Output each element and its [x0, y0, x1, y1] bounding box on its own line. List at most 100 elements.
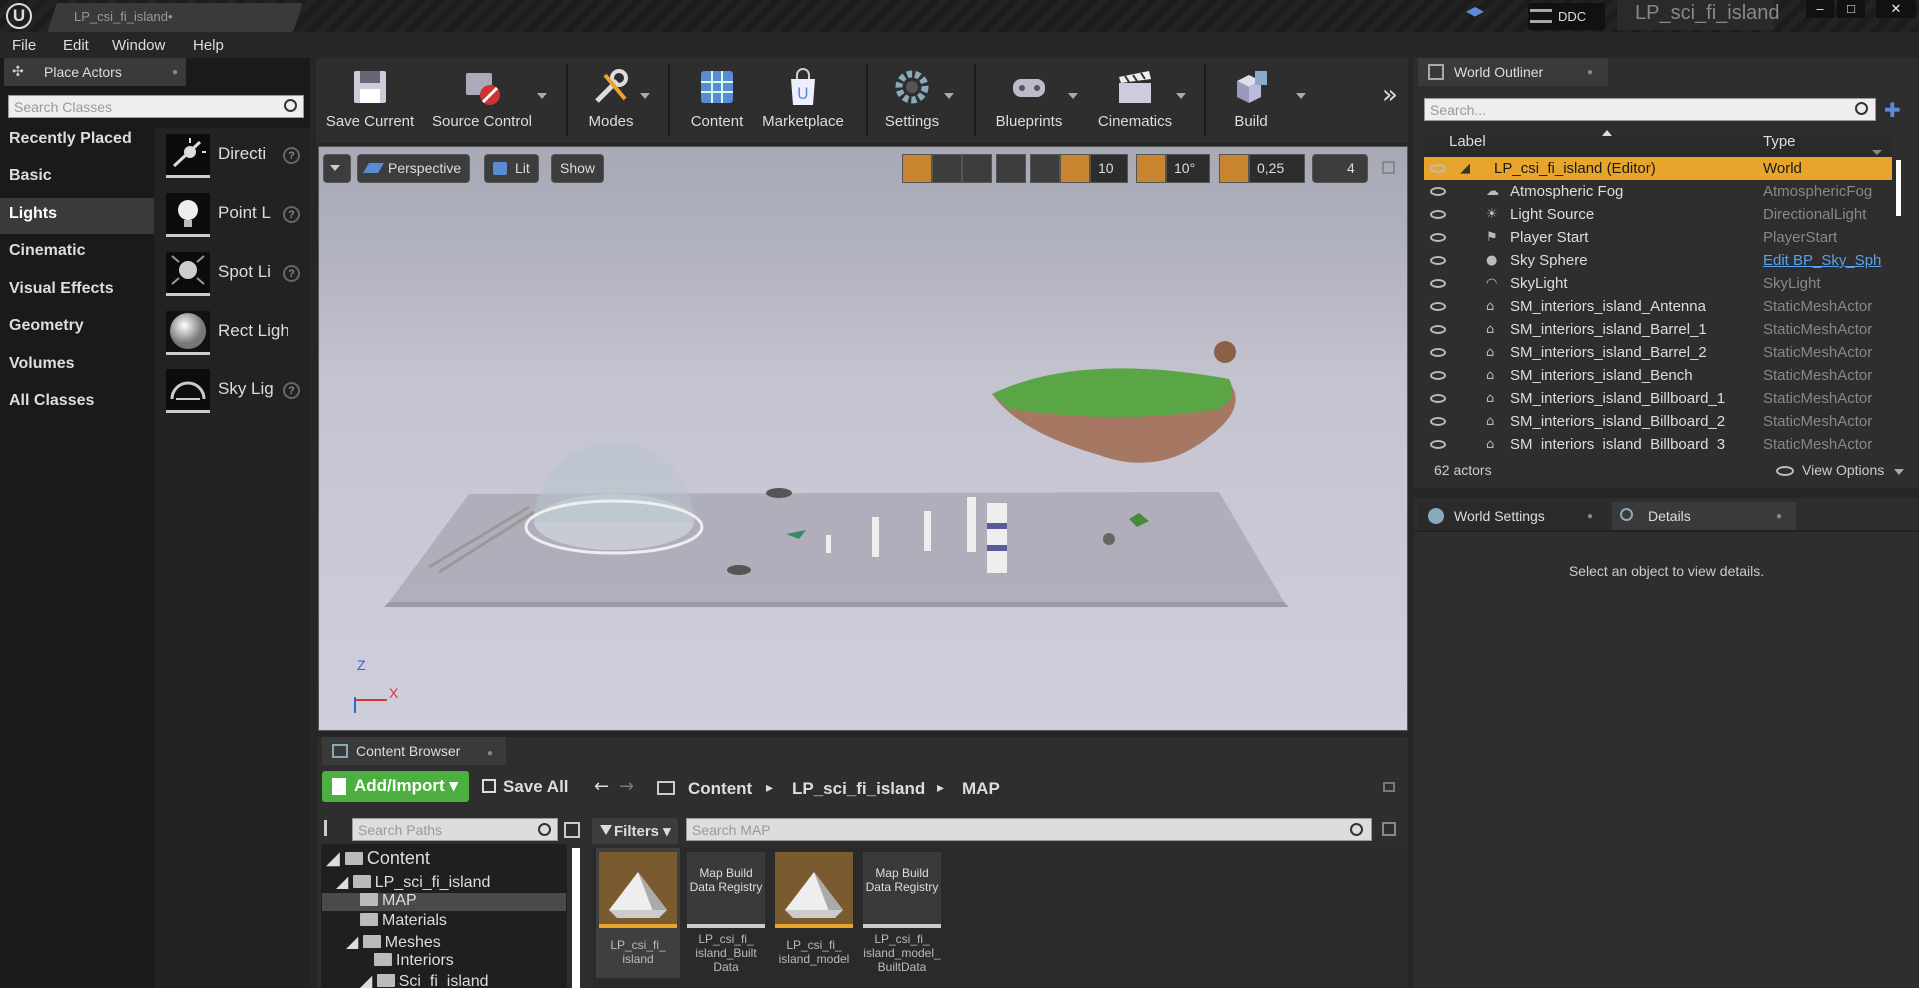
grid-snap-icon[interactable]	[1060, 154, 1090, 183]
actor-rect-light[interactable]: Rect Light	[162, 307, 308, 359]
breadcrumb-map[interactable]: MAP	[962, 779, 1000, 799]
outliner-row[interactable]: ⚑ Player Start PlayerStart	[1424, 226, 1892, 249]
chevron-down-icon[interactable]	[1176, 93, 1186, 99]
cinematics-button[interactable]: Cinematics	[1092, 64, 1178, 136]
maximize-viewport-icon[interactable]	[1382, 161, 1395, 174]
breadcrumb-project[interactable]: LP_sci_fi_island	[792, 779, 925, 799]
marketplace-button[interactable]: U Marketplace	[756, 64, 850, 136]
actor-sky-light[interactable]: Sky Lig ?	[162, 365, 308, 417]
category-visual-effects[interactable]: Visual Effects	[0, 273, 154, 309]
visibility-eye-icon[interactable]	[1430, 187, 1446, 196]
blueprints-button[interactable]: Blueprints	[986, 64, 1072, 136]
visibility-eye-icon[interactable]	[1430, 371, 1446, 380]
lock-icon[interactable]	[1383, 782, 1395, 792]
col-label-header[interactable]: Label	[1449, 133, 1486, 150]
visibility-eye-icon[interactable]	[1430, 348, 1446, 357]
outliner-row[interactable]: ⌂ SM_interiors_island_Billboard_2 StaticMe…	[1424, 410, 1892, 433]
close-icon[interactable]: ●	[1587, 511, 1593, 522]
tree-item-content[interactable]: ◢ Content	[326, 848, 430, 869]
category-volumes[interactable]: Volumes	[0, 348, 154, 384]
folder-tree-scrollbar[interactable]	[572, 848, 580, 988]
visibility-eye-icon[interactable]	[1430, 440, 1446, 449]
col-type-header[interactable]: Type	[1763, 133, 1796, 150]
menu-window[interactable]: Window	[112, 37, 165, 54]
tree-item-materials[interactable]: Materials	[360, 912, 447, 930]
outliner-row[interactable]: ⌂ SM_interiors_island_Billboard_3 StaticMe…	[1424, 433, 1892, 451]
tree-item-project[interactable]: ◢ LP_sci_fi_island	[336, 872, 490, 892]
translate-tool-icon[interactable]	[902, 154, 932, 183]
camera-speed-button[interactable]: 4	[1312, 154, 1368, 183]
outliner-row[interactable]: ◢ LP_csi_fi_island (Editor) World	[1424, 157, 1892, 180]
outliner-row[interactable]: ⌂ SM_interiors_island_Bench StaticMeshActo…	[1424, 364, 1892, 387]
close-icon[interactable]: ●	[1587, 67, 1593, 78]
content-button[interactable]: Content	[682, 64, 752, 136]
actor-directional-light[interactable]: Directi ?	[162, 130, 308, 182]
chevron-down-icon[interactable]	[1296, 93, 1306, 99]
outliner-row[interactable]: ⌂ SM_interiors_island_Antenna StaticMeshAc…	[1424, 295, 1892, 318]
tree-item-map[interactable]: MAP	[360, 892, 417, 910]
chevron-down-icon[interactable]	[537, 93, 547, 99]
rotation-snap-value[interactable]: 10°	[1166, 154, 1210, 183]
viewport-options-button[interactable]	[323, 154, 351, 183]
asset-item[interactable]: LP_csi_fi_ island	[598, 852, 678, 980]
path-view-options-icon[interactable]	[564, 822, 580, 838]
close-button[interactable]: ✕	[1876, 0, 1916, 18]
menu-help[interactable]: Help	[193, 37, 224, 54]
tree-item-meshes[interactable]: ◢ Meshes	[346, 932, 441, 952]
category-recently-placed[interactable]: Recently Placed	[0, 123, 154, 159]
scale-tool-icon[interactable]	[962, 154, 992, 183]
visibility-eye-icon[interactable]	[1430, 302, 1446, 311]
settings-button[interactable]: Settings	[876, 64, 948, 136]
surface-snap-icon[interactable]	[1030, 154, 1060, 183]
sources-toggle-icon[interactable]	[324, 820, 344, 836]
outliner-row[interactable]: ⌂ SM_interiors_island_Barrel_1 StaticMeshA…	[1424, 318, 1892, 341]
close-icon[interactable]: ●	[172, 67, 178, 78]
category-basic[interactable]: Basic	[0, 160, 154, 196]
asset-item[interactable]: Map Build Data Registry LP_csi_fi_ island…	[686, 852, 766, 980]
chevron-down-icon[interactable]	[640, 93, 650, 99]
tab-world-outliner[interactable]: World Outliner	[1418, 58, 1608, 86]
save-all-button[interactable]: Save All	[503, 777, 569, 797]
forward-arrow-icon[interactable]: →	[619, 776, 634, 797]
asset-item[interactable]: LP_csi_fi_ island_model	[774, 852, 854, 980]
close-icon[interactable]: ●	[1776, 511, 1782, 522]
tab-world-settings[interactable]: World Settings	[1418, 502, 1608, 530]
scale-snap-icon[interactable]	[1219, 154, 1249, 183]
build-button[interactable]: Build	[1216, 64, 1286, 136]
outliner-row[interactable]: ⌂ SM_interiors_island_Barrel_2 StaticMeshA…	[1424, 341, 1892, 364]
actor-point-light[interactable]: Point L ?	[162, 189, 308, 241]
visibility-eye-icon[interactable]	[1430, 233, 1446, 242]
outliner-row[interactable]: ☀ Light Source DirectionalLight	[1424, 203, 1892, 226]
category-lights[interactable]: Lights	[0, 198, 154, 234]
tree-item-sci-fi-island[interactable]: ◢ Sci_fi_island	[360, 971, 489, 988]
source-control-button[interactable]: Source Control	[426, 64, 538, 136]
menu-file[interactable]: File	[12, 37, 36, 54]
visibility-eye-icon[interactable]	[1430, 164, 1446, 173]
modes-button[interactable]: Modes	[578, 64, 644, 136]
rotate-tool-icon[interactable]	[932, 154, 962, 183]
tab-details[interactable]: Details	[1612, 502, 1796, 530]
visibility-eye-icon[interactable]	[1430, 325, 1446, 334]
rotation-snap-icon[interactable]	[1136, 154, 1166, 183]
grid-snap-value[interactable]: 10	[1090, 154, 1128, 183]
scale-snap-value[interactable]: 0,25	[1249, 154, 1305, 183]
world-space-icon[interactable]	[996, 154, 1026, 183]
visibility-eye-icon[interactable]	[1430, 417, 1446, 426]
save-current-button[interactable]: Save Current	[322, 64, 418, 136]
category-geometry[interactable]: Geometry	[0, 310, 154, 346]
restore-button[interactable]: □	[1837, 0, 1865, 18]
category-cinematic[interactable]: Cinematic	[0, 235, 154, 271]
close-icon[interactable]: ●	[487, 748, 493, 759]
menu-edit[interactable]: Edit	[63, 37, 89, 54]
actor-spot-light[interactable]: Spot Li ?	[162, 248, 308, 300]
chevron-down-icon[interactable]	[1894, 469, 1904, 475]
visibility-eye-icon[interactable]	[1430, 279, 1446, 288]
outliner-row[interactable]: ☁ Atmospheric Fog AtmosphericFog	[1424, 180, 1892, 203]
breadcrumb-content[interactable]: Content	[688, 779, 752, 799]
edit-blueprint-link[interactable]: Edit BP_Sky_Sph	[1763, 252, 1891, 269]
visibility-eye-icon[interactable]	[1430, 394, 1446, 403]
tree-item-interiors[interactable]: Interiors	[374, 952, 454, 970]
help-icon[interactable]: ?	[283, 206, 300, 223]
tab-content-browser[interactable]: Content Browser	[322, 737, 506, 765]
search-classes-input[interactable]: Search Classes	[8, 95, 304, 118]
